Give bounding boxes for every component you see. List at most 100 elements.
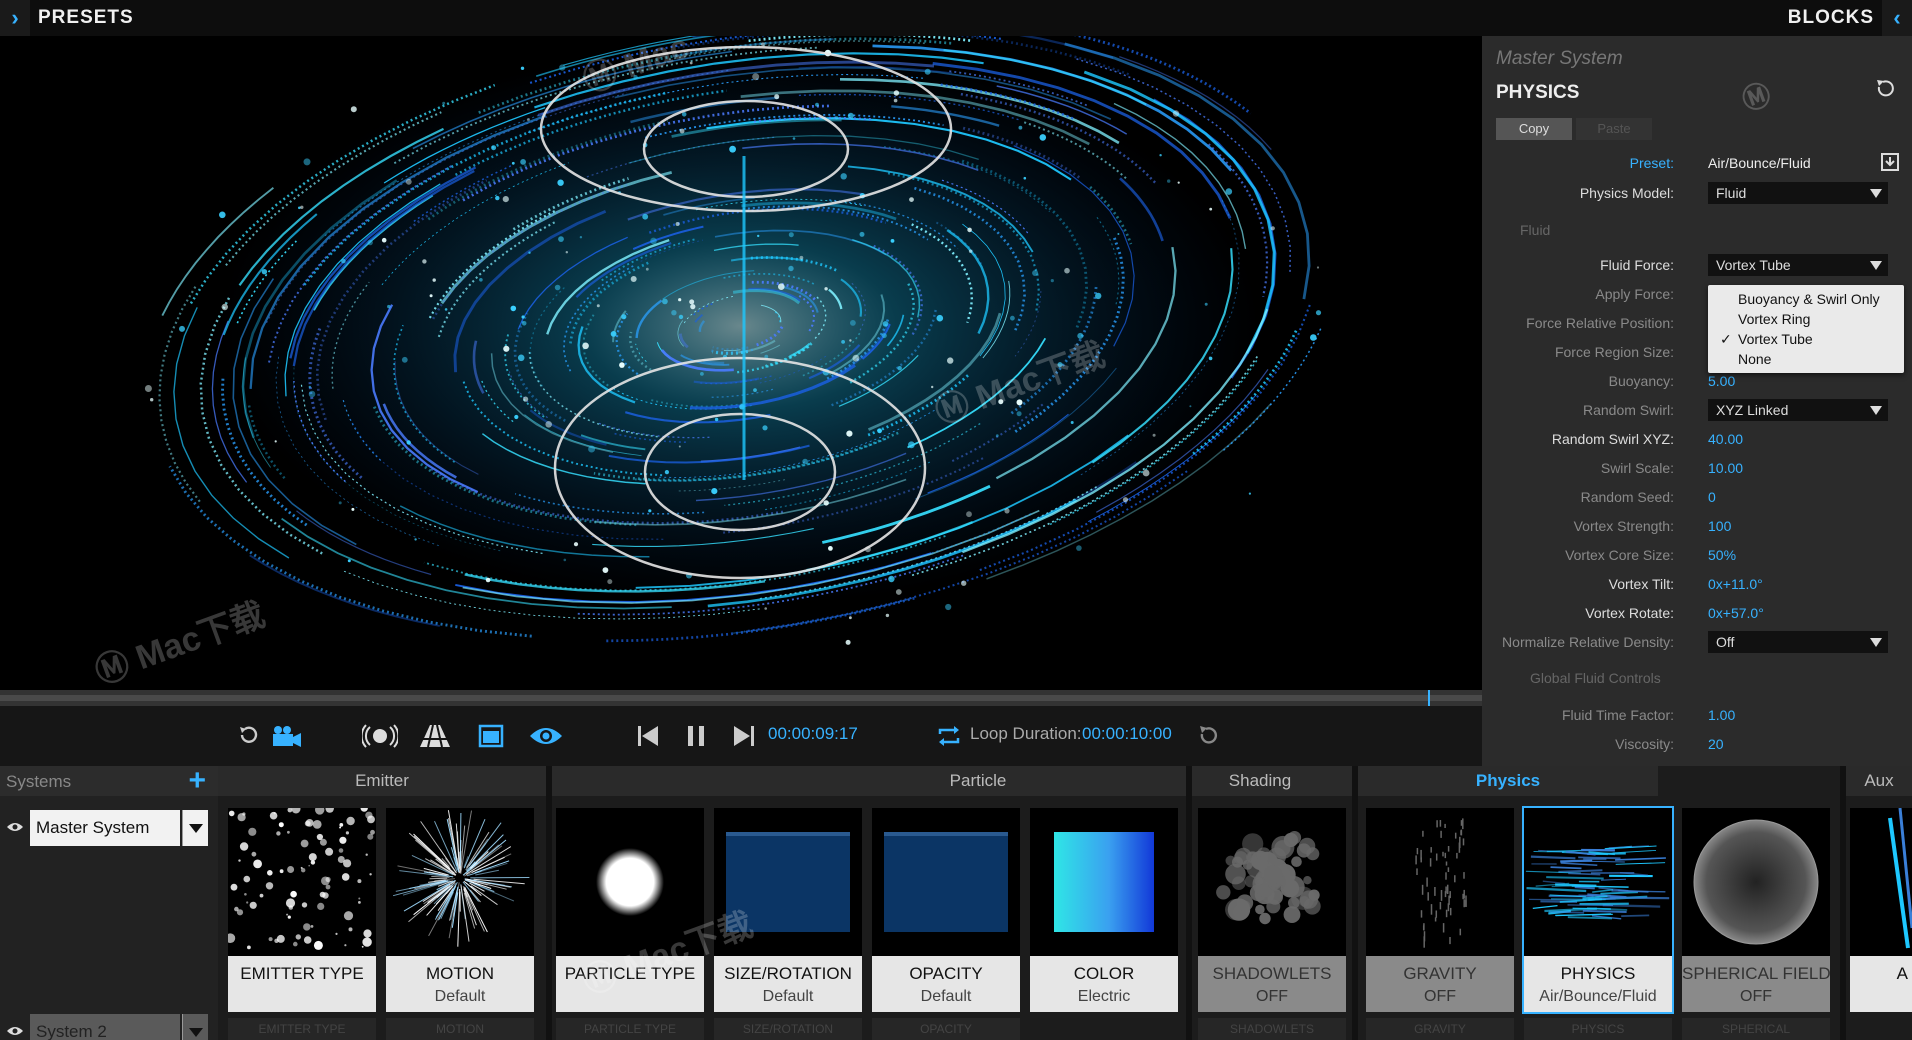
skip-forward-icon[interactable] — [732, 720, 756, 752]
global-fluid-section-label: Global Fluid Controls — [1530, 670, 1661, 686]
block-spherical-field[interactable]: SPHERICAL FIELD OFF SPHERICAL — [1682, 808, 1831, 1040]
presets-toggle[interactable]: › PRESETS — [0, 0, 134, 36]
render-viewport[interactable]: Ⓜ Mac下载 Ⓜ Mac下载 Ⓜ Mac — [0, 36, 1482, 690]
block-title: OPACITY — [909, 964, 983, 983]
random-swirl-xyz-value[interactable]: 40.00 — [1708, 431, 1743, 447]
vortex-tilt-value[interactable]: 0x+11.0° — [1708, 576, 1763, 592]
spherical-field-thumbnail — [1682, 808, 1830, 956]
group-shading: Shading — [1192, 766, 1328, 796]
blocks-label[interactable]: BLOCKS — [1788, 7, 1874, 29]
vortex-strength-value[interactable]: 100 — [1708, 518, 1731, 534]
chevron-left-icon[interactable]: ‹ — [1882, 0, 1912, 36]
watermark: Ⓜ — [1738, 78, 1775, 117]
blocks-toggle[interactable]: BLOCKS ‹ — [1788, 0, 1912, 36]
physics-model-value: Fluid — [1716, 185, 1747, 201]
group-emitter: Emitter — [218, 766, 546, 796]
block-size-rotation[interactable]: SIZE/ROTATION Default SIZE/ROTATION — [714, 808, 862, 1040]
chevron-down-icon[interactable] — [182, 1014, 208, 1040]
presets-label[interactable]: PRESETS — [38, 7, 134, 29]
block-shadowlets[interactable]: SHADOWLETS OFF SHADOWLETS — [1198, 808, 1346, 1040]
chevron-right-icon[interactable]: › — [0, 0, 30, 36]
fluid-force-dropdown[interactable]: Vortex Tube — [1708, 254, 1888, 276]
systems-panel: Systems + Master System System 2 — [0, 766, 218, 1040]
vortex-rotate-value[interactable]: 0x+57.0° — [1708, 605, 1764, 621]
normalize-density-dropdown[interactable]: Off — [1708, 631, 1888, 653]
vortex-tilt-row: Vortex Tilt: 0x+11.0° — [1482, 573, 1912, 597]
emitter-sound-icon[interactable] — [362, 720, 398, 752]
buoyancy-value[interactable]: 5.00 — [1708, 373, 1735, 389]
timeline-track — [0, 695, 1482, 701]
block-particle-type[interactable]: PARTICLE TYPE PARTICLE TYPE — [556, 808, 704, 1040]
fluid-force-label: Fluid Force: — [1600, 257, 1674, 273]
playhead[interactable] — [1428, 690, 1430, 706]
block-motion[interactable]: MOTION Default MOTION — [386, 808, 534, 1040]
loop-duration-value[interactable]: 00:00:10:00 — [1082, 724, 1172, 744]
fluid-force-row: Fluid Force: Vortex Tube — [1482, 254, 1912, 278]
apply-force-label: Apply Force: — [1595, 286, 1674, 302]
system-row[interactable]: Master System — [0, 810, 218, 846]
menu-item-none[interactable]: None — [1738, 351, 1771, 367]
block-sublabel: SIZE/ROTATION — [714, 1018, 862, 1040]
block-aux[interactable]: A — [1850, 808, 1912, 1012]
block-physics[interactable]: PHYSICS Air/Bounce/Fluid PHYSICS — [1522, 806, 1674, 1040]
group-aux: Aux — [1846, 766, 1912, 796]
viscosity-value[interactable]: 20 — [1708, 736, 1724, 752]
vortex-core-size-value[interactable]: 50% — [1708, 547, 1736, 563]
pause-icon[interactable] — [684, 720, 708, 752]
physics-model-dropdown[interactable]: Fluid — [1708, 182, 1888, 204]
fluid-force-menu: Buoyancy & Swirl Only Vortex Ring ✓ Vort… — [1708, 285, 1904, 373]
loop-icon[interactable] — [936, 720, 962, 752]
block-subtitle: Default — [762, 988, 814, 1005]
swirl-scale-value[interactable]: 10.00 — [1708, 460, 1743, 476]
block-sublabel: PHYSICS — [1524, 1018, 1672, 1040]
timecode-display[interactable]: 00:00:09:17 — [768, 724, 858, 744]
reset-icon[interactable] — [1874, 78, 1896, 105]
preset-row: Preset: Air/Bounce/Fluid — [1482, 152, 1912, 176]
normalize-density-row: Normalize Relative Density: Off — [1482, 631, 1912, 655]
undo-icon[interactable] — [1196, 720, 1220, 752]
block-subtitle: OFF — [1256, 988, 1288, 1005]
vortex-strength-row: Vortex Strength: 100 — [1482, 515, 1912, 539]
camera-icon[interactable] — [270, 720, 304, 752]
chevron-down-icon[interactable] — [182, 810, 208, 846]
random-swirl-dropdown[interactable]: XYZ Linked — [1708, 399, 1888, 421]
timeline-scrubber[interactable] — [0, 690, 1482, 706]
eye-icon[interactable] — [6, 820, 24, 838]
paste-button[interactable]: Paste — [1576, 118, 1652, 140]
reset-icon[interactable] — [236, 720, 262, 752]
physics-inspector: Master System PHYSICS Copy Paste Preset:… — [1482, 36, 1912, 766]
menu-item-vortex-ring[interactable]: Vortex Ring — [1738, 311, 1810, 327]
fluid-time-factor-value[interactable]: 1.00 — [1708, 707, 1735, 723]
block-subtitle — [556, 984, 704, 988]
block-color[interactable]: COLOR Electric — [1030, 808, 1178, 1012]
block-gravity[interactable]: GRAVITY OFF GRAVITY — [1366, 808, 1514, 1040]
block-sublabel: OPACITY — [872, 1018, 1020, 1040]
fluid-time-factor-label: Fluid Time Factor: — [1561, 707, 1674, 723]
block-sublabel: SHADOWLETS — [1198, 1018, 1346, 1040]
random-seed-value[interactable]: 0 — [1708, 489, 1716, 505]
eye-icon[interactable] — [6, 1024, 24, 1040]
block-opacity[interactable]: OPACITY Default OPACITY — [872, 808, 1020, 1040]
system-name[interactable]: Master System — [30, 810, 180, 846]
save-preset-icon[interactable] — [1880, 152, 1900, 177]
eye-icon[interactable] — [528, 720, 564, 752]
block-sublabel: MOTION — [386, 1018, 534, 1040]
preset-value[interactable]: Air/Bounce/Fluid — [1708, 155, 1811, 171]
add-system-button[interactable]: + — [188, 766, 206, 796]
copy-button[interactable]: Copy — [1496, 118, 1572, 140]
skip-back-icon[interactable] — [636, 720, 660, 752]
blocks-panel: Emitter Particle Shading Physics Aux EMI… — [218, 766, 1912, 1040]
system-name[interactable]: System 2 — [30, 1014, 180, 1040]
grid-icon[interactable] — [418, 720, 452, 752]
block-emitter-type[interactable]: EMITTER TYPE EMITTER TYPE — [228, 808, 376, 1040]
menu-item-buoyancy-swirl[interactable]: Buoyancy & Swirl Only — [1738, 291, 1880, 307]
physics-thumbnail — [1524, 808, 1672, 956]
block-subtitle: OFF — [1424, 988, 1456, 1005]
block-title: SPHERICAL FIELD — [1682, 964, 1831, 983]
menu-item-vortex-tube[interactable]: Vortex Tube — [1738, 331, 1813, 347]
size-rotation-thumbnail — [714, 808, 862, 956]
emitter-type-thumbnail — [228, 808, 376, 956]
screen-icon[interactable] — [478, 720, 504, 752]
system-row[interactable]: System 2 — [0, 1014, 218, 1040]
vortex-rotate-label: Vortex Rotate: — [1585, 605, 1674, 621]
